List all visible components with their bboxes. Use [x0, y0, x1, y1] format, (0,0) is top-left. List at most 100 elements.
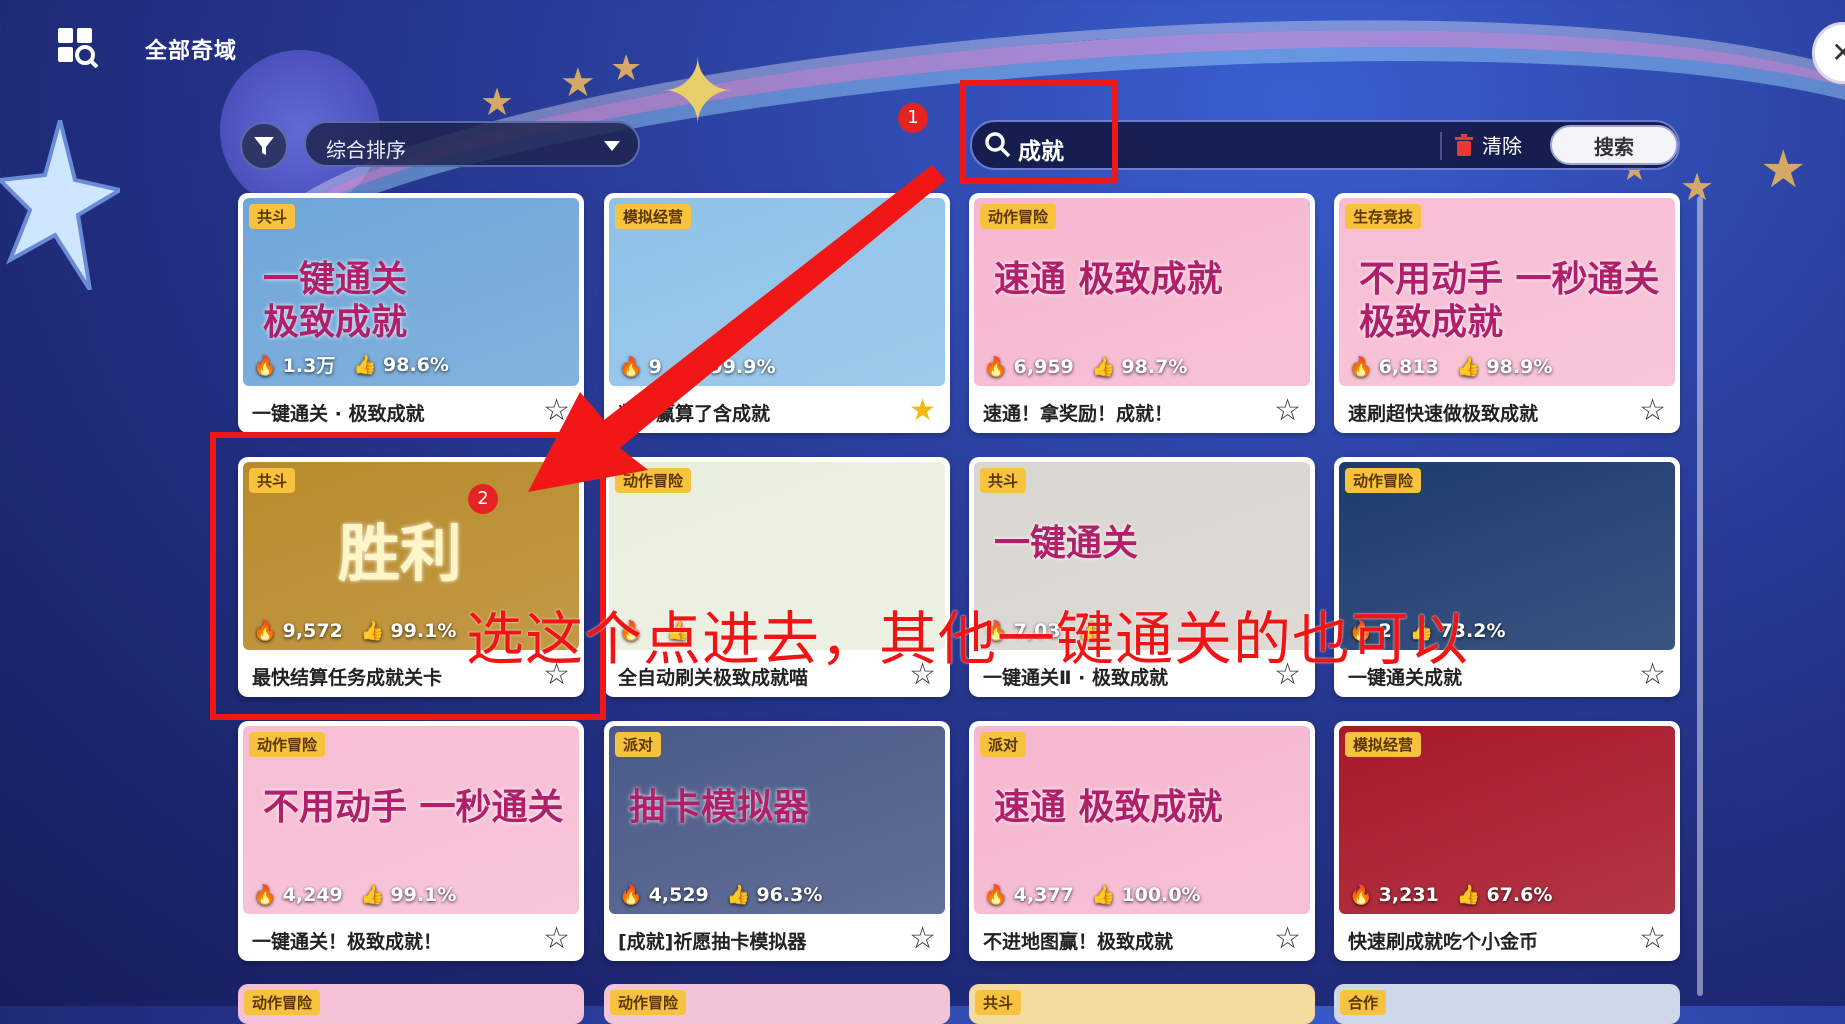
card-thumbnail: 动作冒险 不用动手 一秒通关 🔥 4,249 👍 99.1% — [243, 726, 579, 914]
thumbnail-art-text: 抽卡模拟器 — [629, 787, 810, 828]
game-card[interactable]: 动作冒险 速通 极致成就 🔥 6,959 👍 98.7% 速通！拿奖励！成就！ ☆ — [969, 193, 1315, 433]
annotation-instruction: 选这个点进去，其他一键通关的也可以 — [466, 605, 1470, 673]
card-thumbnail: 模拟经营 🔥 9 👍 99.9% — [609, 198, 945, 386]
fire-icon: 🔥 — [1349, 884, 1373, 906]
play-count: 4,529 — [648, 884, 709, 906]
card-title: 速刷超快速做极致成就 — [1348, 403, 1539, 425]
fire-icon: 🔥 — [619, 884, 643, 906]
thumbs-up-icon: 👍 — [360, 884, 385, 906]
star-icon[interactable]: ☆ — [1639, 393, 1666, 428]
star-icon[interactable]: ☆ — [1639, 921, 1666, 956]
thumbnail-art-text: 速通 极致成就 — [994, 787, 1223, 828]
menu-search-icon[interactable] — [58, 28, 98, 68]
play-count: 3,231 — [1378, 884, 1439, 906]
star-icon[interactable]: ☆ — [909, 921, 936, 956]
decorative-star-icon: ★ — [1760, 140, 1807, 200]
game-card[interactable]: 生存竞技 不用动手 一秒通关 极致成就 🔥 6,813 👍 98.9% 速刷超快速做… — [1334, 193, 1680, 433]
card-thumbnail: 派对 抽卡模拟器 🔥 4,529 👍 96.3% — [609, 726, 945, 914]
game-card[interactable]: 动作冒险 不用动手 一秒通关 🔥 4,249 👍 99.1% 一键通关！极致成就！ … — [238, 721, 584, 961]
annotation-step-badge: 2 — [468, 484, 498, 514]
decorative-crystal-star-icon — [0, 120, 120, 290]
like-rate: 96.3% — [756, 884, 823, 906]
thumbnail-art-text: 不用动手 一秒通关 — [263, 787, 564, 828]
card-title: 不进地图赢！极致成就 — [983, 931, 1174, 953]
thumbs-up-icon: 👍 — [353, 354, 378, 376]
thumbs-up-icon: 👍 — [1091, 356, 1116, 378]
sort-dropdown[interactable]: 综合排序 — [304, 121, 640, 167]
thumbs-up-icon: 👍 — [1091, 884, 1116, 906]
card-thumbnail: 动作冒险 速通 极致成就 🔥 6,959 👍 98.7% — [974, 198, 1310, 386]
like-rate: 98.6% — [383, 354, 449, 376]
game-card[interactable]: 派对 速通 极致成就 🔥 4,377 👍 100.0% 不进地图赢！极致成就 ☆ — [969, 721, 1315, 961]
category-tag: 派对 — [980, 732, 1027, 757]
scrollbar[interactable] — [1697, 196, 1703, 996]
card-title: 一键通关 · 极致成就 — [252, 403, 425, 425]
fire-icon: 🔥 — [619, 356, 643, 378]
fire-icon: 🔥 — [984, 884, 1008, 906]
like-rate: 99.9% — [709, 356, 776, 378]
decorative-star-icon: ★ — [480, 80, 515, 124]
search-button[interactable]: 搜索 — [1550, 125, 1678, 165]
card-thumbnail: 共斗 一键通关 极致成就 🔥 1.3万 👍 98.6% — [243, 198, 579, 386]
star-icon[interactable]: ☆ — [1639, 657, 1666, 692]
like-rate: 99.1% — [390, 884, 457, 906]
card-peek[interactable]: 动作冒险 — [604, 984, 950, 1024]
card-stats: 🔥 4,249 👍 99.1% — [253, 883, 456, 906]
card-title: [成就]祈愿抽卡模拟器 — [618, 931, 807, 953]
star-icon[interactable]: ☆ — [1274, 393, 1301, 428]
category-tag: 派对 — [615, 732, 662, 757]
chevron-down-icon — [604, 141, 620, 151]
game-card[interactable]: 模拟经营 🔥 9 👍 99.9% 判你赢算了含成就 ★ — [604, 193, 950, 433]
card-peek[interactable]: 动作冒险 — [238, 984, 584, 1024]
category-tag: 共斗 — [980, 468, 1027, 493]
play-count: 4,249 — [282, 884, 343, 906]
category-tag: 动作冒险 — [249, 732, 326, 757]
thumbnail-art-text: 一键通关 — [994, 523, 1139, 564]
fire-icon: 🔥 — [1349, 356, 1373, 378]
page-title: 全部奇域 — [145, 39, 238, 64]
thumbs-up-icon: 👍 — [1456, 356, 1481, 378]
clear-button[interactable]: 清除 — [1454, 130, 1522, 159]
category-tag: 共斗 — [249, 204, 296, 229]
play-count: 6,959 — [1013, 356, 1074, 378]
card-thumbnail: 生存竞技 不用动手 一秒通关 极致成就 🔥 6,813 👍 98.9% — [1339, 198, 1675, 386]
card-title: 判你赢算了含成就 — [618, 403, 771, 425]
sort-dropdown-label: 综合排序 — [326, 138, 406, 162]
card-peek[interactable]: 合作 — [1334, 984, 1680, 1024]
filter-icon — [254, 137, 274, 155]
like-rate: 98.9% — [1486, 356, 1553, 378]
category-tag: 生存竞技 — [1345, 204, 1422, 229]
play-count: 9 — [648, 356, 662, 378]
star-icon[interactable]: ★ — [909, 393, 936, 428]
game-card[interactable]: 模拟经营 🔥 3,231 👍 67.6% 快速刷成就吃个小金币 ☆ — [1334, 721, 1680, 961]
card-stats: 🔥 6,813 👍 98.9% — [1349, 355, 1552, 378]
decorative-star-icon: ★ — [560, 60, 596, 106]
like-rate: 67.6% — [1486, 884, 1553, 906]
star-icon[interactable]: ☆ — [1274, 921, 1301, 956]
star-icon[interactable]: ☆ — [543, 921, 570, 956]
card-thumbnail: 模拟经营 🔥 3,231 👍 67.6% — [1339, 726, 1675, 914]
filter-button[interactable] — [240, 122, 288, 170]
star-icon[interactable]: ☆ — [543, 393, 570, 428]
card-stats: 🔥 4,377 👍 100.0% — [984, 883, 1201, 906]
game-card[interactable]: 派对 抽卡模拟器 🔥 4,529 👍 96.3% [成就]祈愿抽卡模拟器 ☆ — [604, 721, 950, 961]
card-stats: 🔥 6,959 👍 98.7% — [984, 355, 1187, 378]
thumbnail-art-text: 不用动手 一秒通关 极致成就 — [1359, 259, 1660, 344]
decorative-star-icon: ★ — [610, 48, 643, 89]
search-divider — [1440, 132, 1442, 160]
card-peek[interactable]: 共斗 — [969, 984, 1315, 1024]
thumbs-up-icon: 👍 — [726, 884, 751, 906]
thumbs-up-icon: 👍 — [679, 356, 704, 378]
annotation-step-badge: 1 — [898, 103, 928, 133]
fire-icon: 🔥 — [253, 355, 277, 377]
clear-button-label: 清除 — [1482, 134, 1522, 158]
annotation-highlight-search — [960, 80, 1118, 184]
like-rate: 100.0% — [1121, 884, 1201, 906]
fire-icon: 🔥 — [253, 884, 277, 906]
card-title: 一键通关！极致成就！ — [252, 931, 443, 953]
game-card[interactable]: 共斗 一键通关 极致成就 🔥 1.3万 👍 98.6% 一键通关 · 极致成就 ☆ — [238, 193, 584, 433]
decorative-star-icon: ✦ — [660, 40, 736, 145]
category-tag: 合作 — [1340, 990, 1387, 1015]
card-stats: 🔥 1.3万 👍 98.6% — [253, 351, 449, 378]
card-stats: 🔥 4,529 👍 96.3% — [619, 883, 822, 906]
